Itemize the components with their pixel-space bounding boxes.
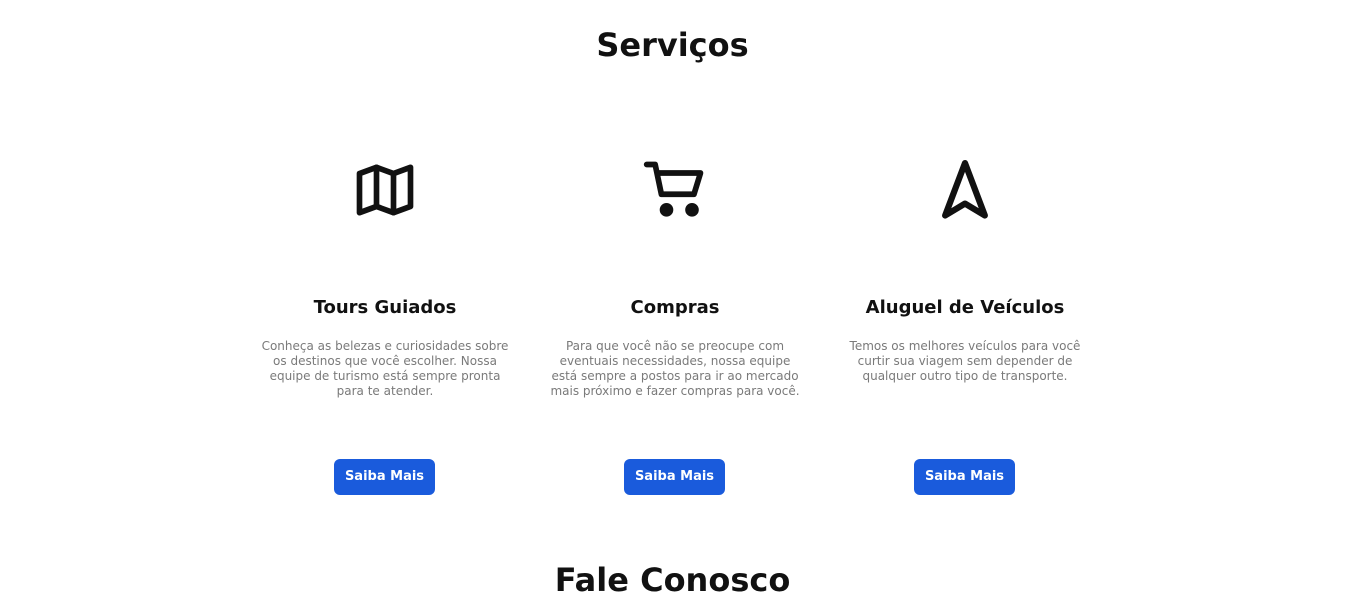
service-card-title: Tours Guiados — [313, 297, 457, 318]
service-card-tours-guiados: Tours Guiados Conheça as belezas e curio… — [260, 150, 510, 500]
service-card-title: Aluguel de Veículos — [865, 297, 1065, 318]
saiba-mais-button[interactable]: Saiba Mais — [624, 459, 725, 495]
service-card-description: Temos os melhores veículos para você cur… — [849, 339, 1081, 383]
service-card-compras: Compras Para que você não se preocupe co… — [550, 150, 800, 500]
page: Serviços Tours Guiados Conheça as beleza… — [0, 0, 1345, 615]
service-card-aluguel-de-veiculos: Aluguel de Veículos Temos os melhores ve… — [840, 150, 1090, 500]
services-title: Serviços — [596, 26, 749, 64]
navigation-icon — [925, 150, 1005, 230]
saiba-mais-button[interactable]: Saiba Mais — [914, 459, 1015, 495]
service-card-title: Compras — [630, 297, 720, 318]
saiba-mais-button[interactable]: Saiba Mais — [334, 459, 435, 495]
shopping-cart-icon — [635, 150, 715, 230]
service-card-description: Conheça as belezas e curiosidades sobre … — [261, 339, 509, 398]
map-icon — [345, 150, 425, 230]
contact-title: Fale Conosco — [554, 561, 791, 599]
service-card-description: Para que você não se preocupe com eventu… — [550, 339, 800, 398]
